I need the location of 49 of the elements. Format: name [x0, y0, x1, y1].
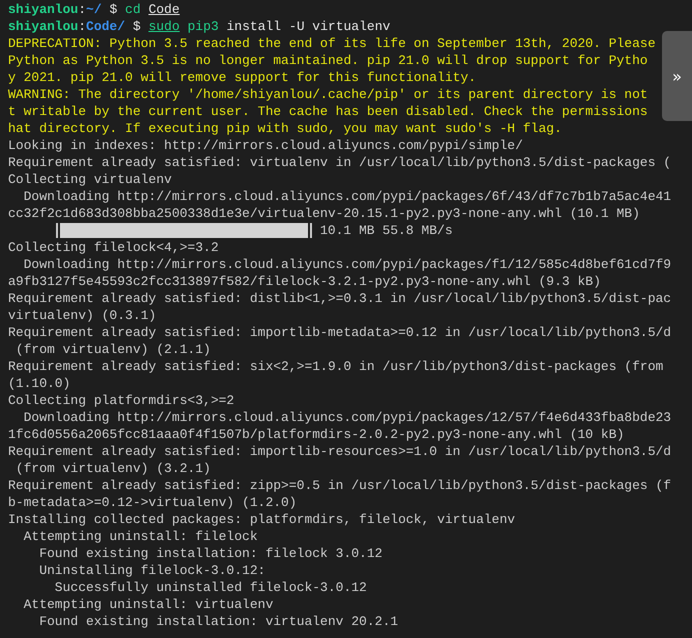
output-line: cc32f2c1d683d308bba2500338d1e3e/virtualenv-20.15.1-py2.py3-none-any.whl (10.1 MB) [8, 205, 640, 222]
output-line: Uninstalling filelock-3.0.12: [38, 562, 266, 579]
command-argument: install -U virtualenv [226, 19, 390, 34]
command-argument: Code [148, 2, 180, 17]
output-line: Requirement already satisfied: importlib-resources>=1.0 in /usr/local/lib/python3.5/d [8, 443, 672, 460]
output-line: Looking in indexes: http://mirrors.cloud.aliyuncs.com/pypi/simple/ [8, 137, 523, 154]
output-line: (from virtualenv) (2.1.1) [14, 341, 211, 358]
output-line: Collecting filelock<4,>=3.2 [8, 239, 219, 256]
prompt-separator: : [78, 2, 86, 17]
prompt-symbol: $ [109, 2, 118, 17]
output-line: Found existing installation: virtualenv 20.2.1 [38, 613, 398, 630]
prompt-symbol: $ [132, 19, 141, 34]
output-line: Requirement already satisfied: zipp>=0.5 in /usr/local/lib/python3.5/dist-packages (f [8, 477, 672, 494]
output-line: 1fc6d0556a2065fcc81aaa0f4f1507b/platformdirs-2.0.2-py2.py3-none-any.whl (10 kB) [8, 426, 624, 443]
output-line: virtualenv) (0.3.1) [8, 307, 156, 324]
output-line: Requirement already satisfied: six<2,>=1.9.0 in /usr/lib/python3/dist-packages (from [8, 358, 664, 375]
prompt-path: Code/ [86, 19, 126, 34]
output-line: Found existing installation: filelock 3.0.12 [38, 545, 382, 562]
output-line: Attempting uninstall: filelock [22, 528, 258, 545]
output-line: Installing collected packages: platformdirs, filelock, virtualenv [8, 511, 516, 528]
prompt-user: shiyanlou [8, 2, 78, 17]
warning-line: WARNING: The directory '/home/shiyanlou/.cache/pip' or its parent directory is not [8, 86, 648, 103]
output-line: Successfully uninstalled filelock-3.0.12 [54, 579, 367, 596]
command-word: cd [125, 2, 141, 17]
output-line: Downloading http://mirrors.cloud.aliyuncs.com/pypi/packages/f1/12/585c4d8bef61cd7f9 [22, 256, 672, 273]
output-line: Downloading http://mirrors.cloud.aliyuncs.com/pypi/packages/12/57/f4e6d433fba8bde23 [22, 409, 672, 426]
prompt-path: ~/ [86, 2, 102, 17]
progress-reading: 10.1 MB 55.8 MB/s [320, 222, 453, 239]
output-line: Requirement already satisfied: distlib<1,>=0.3.1 in /usr/local/lib/python3.5/dist-pac [8, 290, 672, 307]
side-panel-toggle[interactable]: » [662, 31, 692, 121]
output-line: Requirement already satisfied: importlib-metadata>=0.12 in /usr/local/lib/python3.5/d [8, 324, 672, 341]
output-line: Collecting virtualenv [8, 171, 172, 188]
command-word: pip3 [187, 19, 219, 34]
prompt-user: shiyanlou [8, 19, 78, 34]
warning-line: DEPRECATION: Python 3.5 reached the end of its life on September 13th, 2020. Please [8, 35, 656, 52]
command-word: sudo [148, 19, 180, 34]
warning-line: t writable by the current user. The cache has been disabled. Check the permissions [8, 103, 648, 120]
output-line: (from virtualenv) (3.2.1) [14, 460, 211, 477]
warning-line: y 2021. pip 21.0 will remove support for this functionality. [8, 69, 476, 86]
warning-line: Python as Python 3.5 is no longer maintained. pip 21.0 will drop support for Pytho [8, 52, 648, 69]
output-line: Downloading http://mirrors.cloud.aliyuncs.com/pypi/packages/6f/43/df7c7b1b7a5ac4e41 [22, 188, 672, 205]
output-line: Attempting uninstall: virtualenv [22, 596, 274, 613]
output-line: Requirement already satisfied: virtualenv in /usr/local/lib/python3.5/dist-packages ( [8, 154, 672, 171]
output-line: b-metadata>=0.12->virtualenv) (1.2.0) [8, 494, 297, 511]
output-line: a9fb3127f5e45593c2fcc313897f582/filelock-3.2.1-py2.py3-none-any.whl (9.3 kB) [8, 273, 601, 290]
output-line: Collecting platformdirs<3,>=2 [8, 392, 234, 409]
prompt-separator: : [78, 19, 86, 34]
output-line: (1.10.0) [8, 375, 70, 392]
warning-line: hat directory. If executing pip with sudo, you may want sudo's -H flag. [8, 120, 562, 137]
